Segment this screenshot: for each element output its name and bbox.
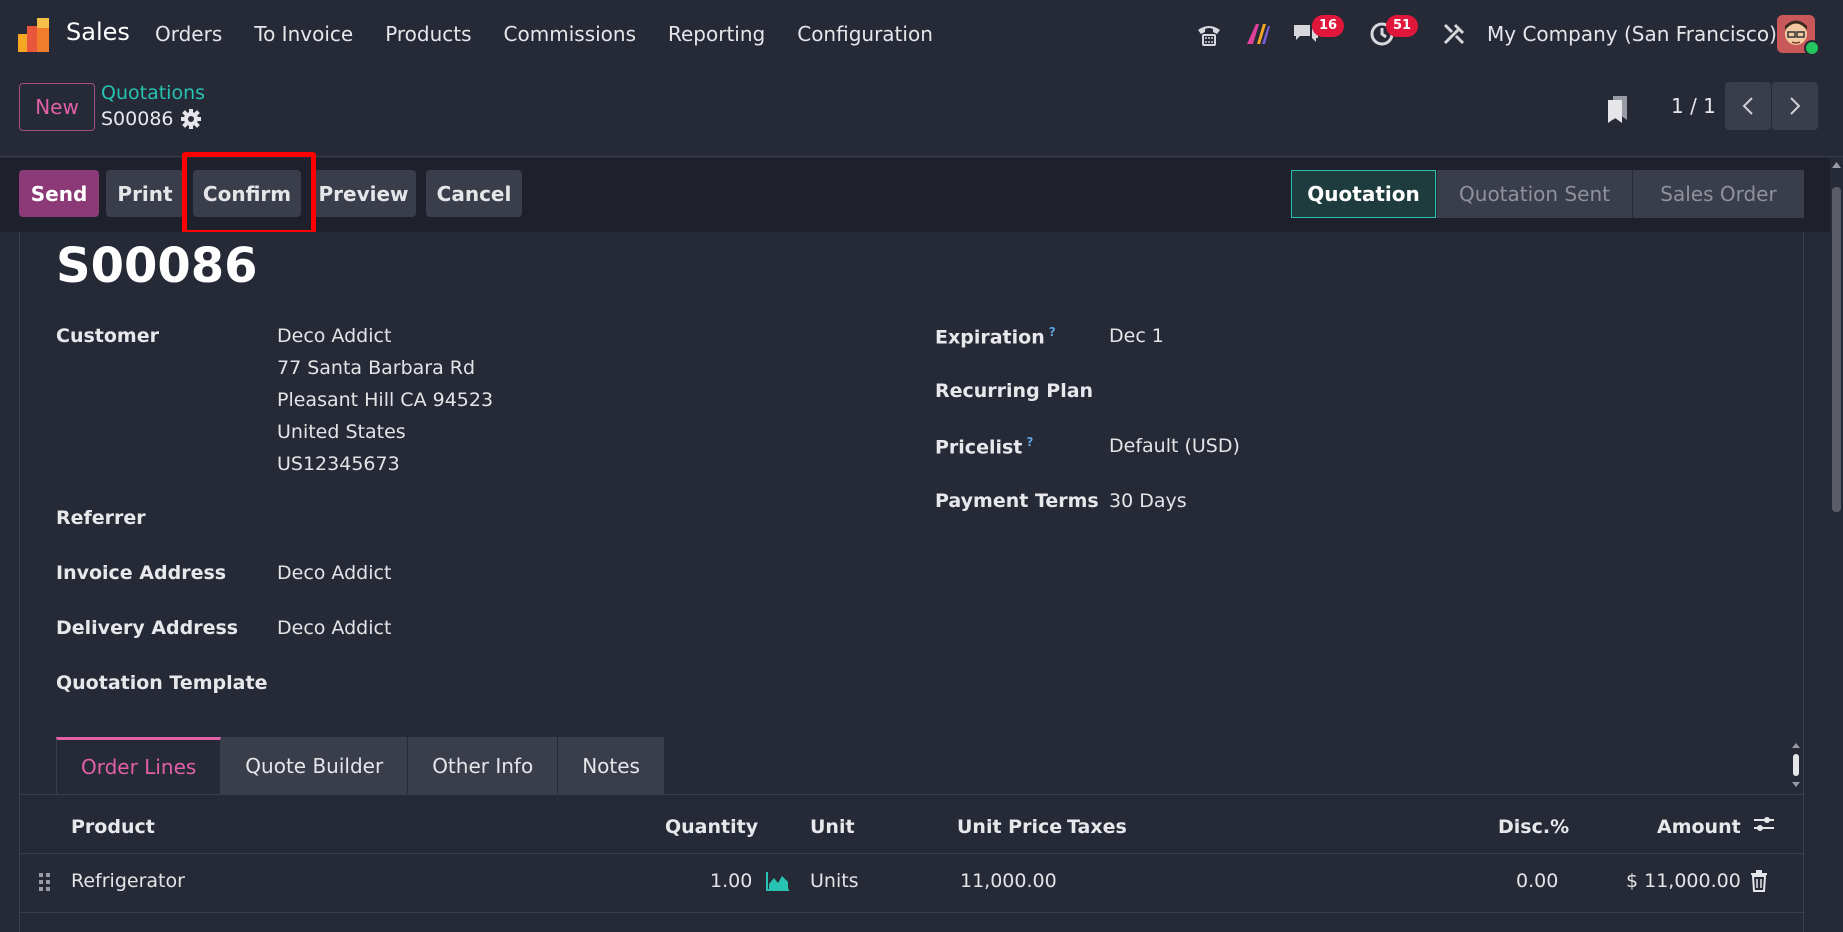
- column-product[interactable]: Product: [71, 816, 155, 838]
- messages-badge: 16: [1312, 15, 1344, 37]
- menu-products[interactable]: Products: [385, 22, 471, 46]
- stage-quotation-sent[interactable]: Quotation Sent: [1436, 170, 1632, 218]
- send-button[interactable]: Send: [19, 170, 99, 217]
- stage-quotation-sent-label: Quotation Sent: [1459, 182, 1610, 206]
- cell-unit[interactable]: Units: [810, 870, 859, 892]
- ai-assistant-icon[interactable]: [1244, 20, 1272, 48]
- pager-next-button[interactable]: [1772, 82, 1818, 130]
- cell-discount[interactable]: 0.00: [1516, 870, 1558, 892]
- pricelist-label-text: Pricelist: [935, 436, 1023, 459]
- expiration-label: Expiration?: [935, 325, 1056, 348]
- cell-amount: $ 11,000.00: [1626, 870, 1741, 892]
- tab-other-info[interactable]: Other Info: [408, 737, 559, 794]
- customer-value[interactable]: Deco Addict 77 Santa Barbara Rd Pleasant…: [277, 320, 493, 480]
- status-stages: Quotation Quotation Sent Sales Order: [1291, 170, 1804, 218]
- control-panel: [0, 69, 1843, 157]
- customer-city: Pleasant Hill CA 94523: [277, 389, 494, 411]
- tab-notes[interactable]: Notes: [558, 737, 665, 794]
- customer-label: Customer: [56, 325, 159, 347]
- forecast-chart-icon[interactable]: [765, 870, 791, 892]
- customer-vat: US12345673: [277, 453, 400, 475]
- expiration-label-text: Expiration: [935, 326, 1045, 349]
- online-status-dot: [1804, 40, 1820, 56]
- column-discount[interactable]: Disc.%: [1498, 816, 1569, 838]
- recurring-plan-label: Recurring Plan: [935, 380, 1094, 402]
- expiration-value[interactable]: Dec 1: [1109, 320, 1164, 352]
- quotation-template-label: Quotation Template: [56, 672, 268, 694]
- column-unit-price[interactable]: Unit Price: [957, 816, 1062, 838]
- top-navbar: Sales Orders To Invoice Products Commiss…: [0, 0, 1843, 69]
- delivery-address-label: Delivery Address: [56, 617, 239, 639]
- column-unit[interactable]: Unit: [810, 816, 855, 838]
- drag-handle-icon[interactable]: [38, 872, 52, 892]
- customer-country: United States: [277, 421, 406, 443]
- customer-street: 77 Santa Barbara Rd: [277, 357, 476, 379]
- column-taxes[interactable]: Taxes: [1067, 816, 1127, 838]
- main-menu: Orders To Invoice Products Commissions R…: [155, 22, 933, 46]
- breadcrumb-current-record: S00086: [101, 108, 174, 130]
- print-button[interactable]: Print: [106, 170, 184, 217]
- tab-quote-builder[interactable]: Quote Builder: [221, 737, 409, 794]
- payment-terms-label: Payment Terms: [935, 490, 1099, 512]
- notebook-tabs: Order Lines Quote Builder Other Info Not…: [56, 737, 665, 794]
- row-divider: [19, 912, 1804, 913]
- column-settings-icon[interactable]: [1752, 812, 1776, 836]
- gear-icon[interactable]: [180, 108, 202, 130]
- referrer-label: Referrer: [56, 507, 146, 529]
- cancel-button[interactable]: Cancel: [426, 170, 522, 217]
- cell-product[interactable]: Refrigerator: [71, 870, 185, 892]
- tabs-scrollbar[interactable]: [1790, 742, 1802, 788]
- chevron-left-icon: [1742, 97, 1753, 115]
- activities-badge: 51: [1386, 15, 1418, 37]
- page-title: S00086: [56, 238, 258, 294]
- customer-name: Deco Addict: [277, 325, 392, 347]
- stage-sales-order-label: Sales Order: [1660, 182, 1777, 206]
- sales-app-icon[interactable]: [18, 16, 52, 52]
- debug-tools-icon[interactable]: [1440, 20, 1468, 48]
- menu-commissions[interactable]: Commissions: [504, 22, 636, 46]
- stage-quotation[interactable]: Quotation: [1291, 170, 1436, 218]
- cell-unit-price[interactable]: 11,000.00: [960, 870, 1057, 892]
- cell-quantity[interactable]: 1.00: [710, 870, 752, 892]
- app-name[interactable]: Sales: [66, 18, 130, 46]
- stage-sales-order[interactable]: Sales Order: [1632, 170, 1804, 218]
- menu-reporting[interactable]: Reporting: [668, 22, 765, 46]
- payment-terms-value[interactable]: 30 Days: [1109, 485, 1187, 517]
- column-amount[interactable]: Amount: [1657, 816, 1741, 838]
- tab-order-lines[interactable]: Order Lines: [56, 737, 222, 794]
- column-quantity[interactable]: Quantity: [665, 816, 758, 838]
- company-switcher[interactable]: My Company (San Francisco): [1487, 22, 1777, 46]
- pricelist-value[interactable]: Default (USD): [1109, 430, 1240, 462]
- bookmark-icon[interactable]: [1605, 94, 1631, 124]
- expiration-help-icon[interactable]: ?: [1049, 325, 1056, 339]
- delivery-address-value[interactable]: Deco Addict: [277, 612, 391, 644]
- menu-configuration[interactable]: Configuration: [797, 22, 933, 46]
- menu-to-invoice[interactable]: To Invoice: [254, 22, 353, 46]
- pager-value[interactable]: 1 / 1: [1671, 94, 1716, 118]
- confirm-highlight-box: [182, 152, 316, 235]
- pager-previous-button[interactable]: [1725, 82, 1771, 130]
- chevron-right-icon: [1790, 97, 1801, 115]
- invoice-address-label: Invoice Address: [56, 562, 227, 584]
- stage-quotation-label: Quotation: [1307, 182, 1420, 206]
- scroll-up-icon[interactable]: [1831, 160, 1842, 170]
- pricelist-help-icon[interactable]: ?: [1026, 435, 1033, 449]
- menu-orders[interactable]: Orders: [155, 22, 222, 46]
- preview-button[interactable]: Preview: [311, 170, 416, 217]
- phone-icon[interactable]: [1195, 20, 1223, 48]
- page-scrollbar-thumb[interactable]: [1832, 187, 1841, 512]
- invoice-address-value[interactable]: Deco Addict: [277, 557, 391, 589]
- pricelist-label: Pricelist?: [935, 435, 1033, 458]
- trash-icon[interactable]: [1749, 870, 1769, 892]
- breadcrumb-quotations[interactable]: Quotations: [101, 82, 205, 104]
- new-button[interactable]: New: [19, 83, 95, 131]
